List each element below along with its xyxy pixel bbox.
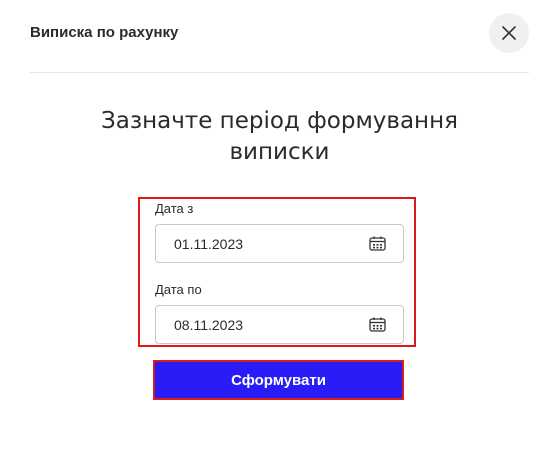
statement-modal: Виписка по рахунку Зазначте період форму… [0, 0, 559, 459]
heading-line-1: Зазначте період формування [101, 108, 458, 134]
page-heading: Зазначте період формування виписки [0, 106, 559, 168]
date-to-value: 08.11.2023 [174, 317, 244, 333]
heading-line-2: виписки [229, 139, 330, 165]
date-to-label: Дата по [155, 282, 202, 297]
generate-statement-button[interactable]: Сформувати [153, 360, 404, 400]
date-to-field[interactable]: 08.11.2023 [155, 305, 404, 344]
close-icon [502, 26, 516, 40]
calendar-icon[interactable] [369, 317, 386, 332]
date-from-label: Дата з [155, 201, 194, 216]
date-from-value: 01.11.2023 [174, 236, 244, 252]
date-range-group: Дата з 01.11.2023 Дата по 08.11.2023 [138, 197, 416, 347]
calendar-icon[interactable] [369, 236, 386, 251]
header-divider [30, 72, 529, 73]
modal-title: Виписка по рахунку [30, 24, 179, 41]
close-button[interactable] [489, 13, 529, 53]
date-from-field[interactable]: 01.11.2023 [155, 224, 404, 263]
